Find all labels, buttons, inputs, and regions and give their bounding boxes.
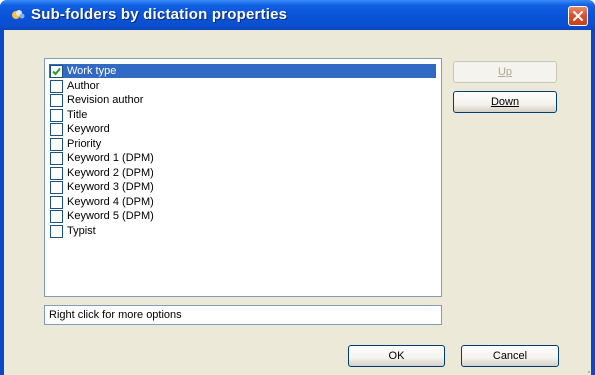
down-button[interactable]: Down (453, 91, 557, 113)
list-item[interactable]: Keyword 2 (DPM) (49, 166, 436, 180)
title-bar[interactable]: Sub-folders by dictation properties (0, 0, 595, 30)
close-button[interactable] (568, 6, 588, 26)
checkbox[interactable] (50, 138, 63, 151)
list-item-label: Keyword 4 (DPM) (67, 196, 154, 208)
checkbox[interactable] (50, 80, 63, 93)
down-button-label: Down (490, 96, 520, 108)
list-item[interactable]: Title (49, 108, 436, 122)
app-icon (10, 8, 26, 22)
hint-text: Right click for more options (49, 309, 182, 321)
hint-box: Right click for more options (44, 305, 442, 325)
checkbox[interactable] (50, 167, 63, 180)
checkbox[interactable] (50, 94, 63, 107)
list-item-label: Keyword 1 (DPM) (67, 152, 154, 164)
list-item[interactable]: Typist (49, 224, 436, 238)
list-item-label: Keyword 5 (DPM) (67, 210, 154, 222)
list-item[interactable]: Keyword 4 (DPM) (49, 195, 436, 209)
list-item[interactable]: Keyword 1 (DPM) (49, 151, 436, 165)
dialog-window: Sub-folders by dictation properties Work… (0, 0, 595, 375)
checkbox[interactable] (50, 196, 63, 209)
list-item[interactable]: Keyword 5 (DPM) (49, 209, 436, 223)
dialog-body: Work type Author Revision author Title Keywo… (4, 30, 591, 375)
close-icon (573, 11, 583, 21)
list-item[interactable]: Keyword 3 (DPM) (49, 180, 436, 194)
list-item-label: Keyword (67, 123, 110, 135)
list-item-label: Typist (67, 225, 96, 237)
ok-button-label: OK (388, 350, 405, 362)
list-item[interactable]: Keyword (49, 122, 436, 136)
up-button-label: Up (497, 66, 513, 78)
checkbox[interactable] (50, 210, 63, 223)
list-item[interactable]: Work type (49, 64, 436, 78)
list-item-label: Revision author (67, 94, 144, 106)
property-checklist[interactable]: Work type Author Revision author Title Keywo… (44, 58, 442, 297)
list-item[interactable]: Author (49, 79, 436, 93)
resize-grip-icon[interactable] (581, 365, 591, 375)
list-item-label: Keyword 2 (DPM) (67, 167, 154, 179)
checkbox[interactable] (50, 109, 63, 122)
checkbox[interactable] (50, 181, 63, 194)
cancel-button[interactable]: Cancel (461, 345, 559, 367)
list-item[interactable]: Priority (49, 137, 436, 151)
list-item-label: Keyword 3 (DPM) (67, 181, 154, 193)
list-item-label: Priority (67, 138, 102, 150)
checkbox[interactable] (50, 123, 63, 136)
list-item-label: Work type (67, 65, 117, 77)
checkbox[interactable] (50, 65, 63, 78)
cancel-button-label: Cancel (492, 350, 528, 362)
checkmark-icon (52, 67, 61, 76)
up-button[interactable]: Up (453, 61, 557, 83)
list-item-label: Author (67, 80, 100, 92)
checkbox[interactable] (50, 225, 63, 238)
list-item-label: Title (67, 109, 88, 121)
list-item[interactable]: Revision author (49, 93, 436, 107)
ok-button[interactable]: OK (348, 345, 445, 367)
window-title: Sub-folders by dictation properties (31, 6, 288, 23)
checkbox[interactable] (50, 152, 63, 165)
